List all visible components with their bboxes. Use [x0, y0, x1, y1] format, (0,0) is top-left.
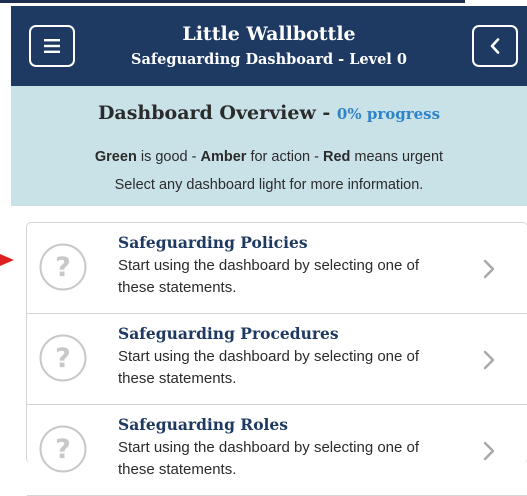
- item-description: Start using the dashboard by selecting o…: [118, 439, 420, 478]
- chevron-right-icon: [483, 259, 495, 279]
- question-icon: ?: [39, 243, 87, 291]
- overview-hint: Select any dashboard light for more info…: [114, 177, 424, 193]
- svg-text:?: ?: [55, 434, 71, 465]
- dashboard-list: ? Safeguarding Policies Start using the …: [26, 222, 527, 496]
- progress-link[interactable]: 0% progress: [337, 105, 440, 123]
- legend-red: Red: [322, 149, 351, 165]
- chevron-left-icon: [490, 38, 500, 54]
- svg-text:?: ?: [55, 252, 71, 283]
- item-title: Safeguarding Policies: [118, 233, 308, 252]
- list-item-safeguarding-roles[interactable]: ? Safeguarding Roles Start using the das…: [27, 405, 527, 496]
- app-title: Little Wallbottle: [182, 23, 356, 45]
- item-description: Start using the dashboard by selecting o…: [118, 348, 420, 387]
- legend-amber-text: for action -: [246, 149, 323, 165]
- item-title: Safeguarding Roles: [118, 415, 289, 434]
- legend-red-text: means urgent: [350, 149, 444, 165]
- list-item-safeguarding-procedures[interactable]: ? Safeguarding Procedures Start using th…: [27, 314, 527, 405]
- top-border: [0, 0, 465, 3]
- back-button[interactable]: [472, 25, 518, 67]
- chevron-right-icon: [483, 350, 495, 370]
- status-legend: Green is good - Amber for action - Red m…: [11, 147, 527, 167]
- chevron-right-icon: [483, 441, 495, 461]
- app-header: Little Wallbottle Safeguarding Dashboard…: [11, 6, 527, 86]
- pointer-arrow-icon: [0, 254, 14, 266]
- legend-amber: Amber: [200, 149, 247, 165]
- overview-title: Dashboard Overview - 0% progress: [11, 100, 527, 127]
- dashboard-subtitle: Safeguarding Dashboard - Level 0: [131, 51, 407, 68]
- question-icon: ?: [39, 334, 87, 382]
- dashboard-overview-panel: Dashboard Overview - 0% progress Green i…: [11, 86, 527, 206]
- svg-text:?: ?: [55, 343, 71, 374]
- legend-green: Green: [94, 149, 137, 165]
- list-item-safeguarding-policies[interactable]: ? Safeguarding Policies Start using the …: [27, 223, 527, 314]
- legend-green-text: is good -: [136, 149, 201, 165]
- question-icon: ?: [39, 425, 87, 473]
- item-description: Start using the dashboard by selecting o…: [118, 257, 420, 296]
- overview-title-text: Dashboard Overview -: [97, 102, 337, 124]
- item-title: Safeguarding Procedures: [118, 324, 339, 343]
